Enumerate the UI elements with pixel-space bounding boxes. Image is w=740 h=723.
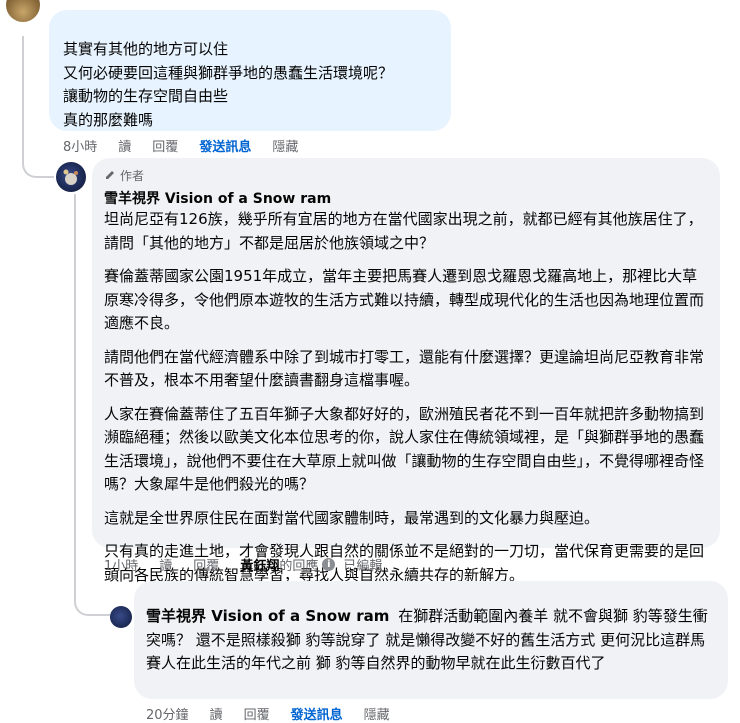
reply-button[interactable]: 回覆 xyxy=(193,555,219,574)
read-button[interactable]: 讀 xyxy=(118,136,131,155)
comment-1-line: 真的那麼難嗎 xyxy=(63,110,154,129)
replied-suffix: 的回應 xyxy=(279,559,319,574)
comment-2-paragraph: 請問他們在當代經濟體系中除了到城市打零工，還能有什麼選擇？更遑論坦尚尼亞教育非常… xyxy=(104,347,705,390)
comment-3-time[interactable]: 20分鐘 xyxy=(146,704,189,723)
comment-3-actions: 20分鐘 讀 回覆 發送訊息 隱藏 xyxy=(146,704,411,723)
comment-2-author[interactable]: 雪羊視界 Vision of a Snow ram xyxy=(104,189,708,209)
comment-1-time[interactable]: 8小時 xyxy=(63,136,97,155)
avatar-author[interactable] xyxy=(56,162,86,192)
comment-2-time[interactable]: 1小時 xyxy=(104,555,138,574)
read-button[interactable]: 讀 xyxy=(159,555,172,574)
send-message-button[interactable]: 發送訊息 xyxy=(199,136,251,155)
thread-line-top xyxy=(22,36,24,159)
reply-button[interactable]: 回覆 xyxy=(152,136,178,155)
info-icon[interactable]: i xyxy=(322,558,336,571)
comment-bubble-3: 雪羊視界 Vision of a Snow ram 在獅群活動範圍內養羊 就不會… xyxy=(134,581,728,699)
author-avatar-art xyxy=(63,169,78,185)
comment-1-text: 其實有其他的地方可以住 又何必硬要回這種與獅群爭地的愚蠢生活環境呢？ 讓動物的生… xyxy=(63,38,439,132)
comment-2-paragraph: 賽倫蓋蒂國家公園1951年成立，當年主要把馬賽人遷到恩戈羅恩戈羅高地上，那裡比大… xyxy=(104,267,705,332)
reply-button[interactable]: 回覆 xyxy=(244,704,270,723)
avatar-reply-author[interactable] xyxy=(110,606,132,628)
comment-1-actions: 8小時 讀 回覆 發送訊息 隱藏 xyxy=(63,136,319,155)
comment-2-paragraph: 坦尚尼亞有126族，幾乎所有宜居的地方在當代國家出現之前，就都已經有其他族居住了… xyxy=(104,210,703,252)
read-button[interactable]: 讀 xyxy=(210,704,223,723)
thread-line-reply xyxy=(74,194,76,598)
comment-1-line: 又何必硬要回這種與獅群爭地的愚蠢生活環境呢？ xyxy=(63,63,394,82)
author-badge: 作者 xyxy=(104,166,708,184)
comment-1-line: 讓動物的生存空間自由些 xyxy=(63,87,229,105)
comment-2-text: 坦尚尼亞有126族，幾乎所有宜居的地方在當代國家出現之前，就都已經有其他族居住了… xyxy=(104,208,708,587)
avatar-commenter[interactable] xyxy=(6,0,40,22)
comment-2-paragraph: 這就是全世界原住民在面對當代國家體制時，最常遇到的文化暴力與壓迫。 xyxy=(104,508,600,527)
hide-button[interactable]: 隱藏 xyxy=(272,136,298,155)
comment-1-line: 其實有其他的地方可以住 xyxy=(63,40,229,58)
comment-2-paragraph: 人家在賽倫蓋蒂住了五百年獅子大象都好好的，歐洲殖民者花不到一百年就把許多動物搞到… xyxy=(104,404,705,494)
hide-button[interactable]: 隱藏 xyxy=(364,704,390,723)
comment-3-text: 雪羊視界 Vision of a Snow ram 在獅群活動範圍內養羊 就不會… xyxy=(146,605,716,676)
edited-label: 已編輯 xyxy=(343,559,383,574)
replied-by-name[interactable]: 黃鈺翔 xyxy=(240,555,279,574)
comment-3-author[interactable]: 雪羊視界 Vision of a Snow ram xyxy=(146,607,389,625)
pen-icon xyxy=(104,169,116,181)
thread-line-curve xyxy=(22,158,54,178)
send-message-button[interactable]: 發送訊息 xyxy=(291,704,343,723)
comment-2-actions: 1小時 讀 回覆 黃鈺翔 的回應 i 已編輯 xyxy=(104,555,403,574)
comment-bubble-1: 其實有其他的地方可以住 又何必硬要回這種與獅群爭地的愚蠢生活環境呢？ 讓動物的生… xyxy=(49,10,451,131)
author-badge-label: 作者 xyxy=(120,168,145,183)
comment-bubble-2: 作者 雪羊視界 Vision of a Snow ram 坦尚尼亞有126族，幾… xyxy=(92,158,720,584)
thread-line-reply-curve xyxy=(74,596,110,616)
